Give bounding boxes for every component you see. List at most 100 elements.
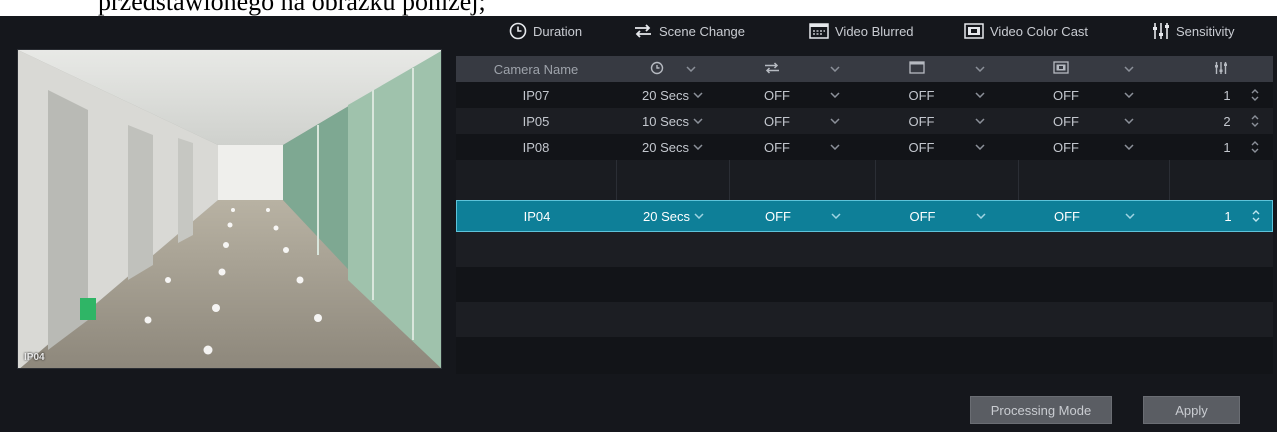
scene-change-select[interactable]: OFF bbox=[729, 134, 875, 160]
chevron-down-icon bbox=[1124, 66, 1134, 72]
legend-video-blurred-label: Video Blurred bbox=[835, 23, 914, 39]
spinner-icon[interactable] bbox=[1252, 209, 1260, 223]
sensitivity-value: 1 bbox=[1224, 208, 1232, 224]
spinner-icon[interactable] bbox=[1251, 88, 1259, 102]
table-header: Camera Name bbox=[456, 56, 1273, 82]
video-blurred-value: OFF bbox=[908, 87, 935, 103]
scene-change-icon bbox=[764, 61, 780, 77]
header-sensitivity bbox=[1169, 56, 1273, 82]
header-video-blurred[interactable] bbox=[875, 56, 1018, 82]
scene-change-value: OFF bbox=[764, 113, 790, 129]
video-blurred-select[interactable]: OFF bbox=[876, 201, 1019, 231]
legend-color-cast: Video Color Cast bbox=[964, 23, 1088, 39]
color-cast-select[interactable]: OFF bbox=[1019, 201, 1170, 231]
scene-change-select[interactable]: OFF bbox=[729, 108, 875, 134]
color-cast-value: OFF bbox=[1053, 87, 1079, 103]
preview-camera-label: IP04 bbox=[24, 352, 45, 363]
scene-change-select[interactable]: OFF bbox=[729, 82, 875, 108]
clock-icon bbox=[509, 22, 527, 40]
chevron-down-icon bbox=[685, 66, 696, 72]
spinner-icon[interactable] bbox=[1251, 114, 1259, 128]
sensitivity-value: 1 bbox=[1223, 87, 1231, 103]
table-row[interactable]: IP05 10 Secs OFF OFF OFF 2 bbox=[456, 108, 1273, 134]
chevron-down-icon bbox=[974, 144, 985, 150]
video-blurred-select[interactable]: OFF bbox=[875, 82, 1018, 108]
camera-preview: IP04 bbox=[17, 49, 442, 369]
duration-select[interactable]: 20 Secs bbox=[617, 201, 730, 231]
chevron-down-icon bbox=[694, 213, 704, 219]
legend-scene-change-label: Scene Change bbox=[659, 23, 746, 39]
legend-sensitivity-label: Sensitivity bbox=[1176, 23, 1235, 39]
duration-select[interactable]: 20 Secs bbox=[616, 82, 729, 108]
sensitivity-stepper[interactable]: 1 bbox=[1170, 201, 1273, 231]
processing-mode-button[interactable]: Processing Mode bbox=[970, 396, 1112, 424]
empty-row bbox=[456, 232, 1273, 267]
sensitivity-stepper[interactable]: 1 bbox=[1169, 82, 1273, 108]
video-blurred-value: OFF bbox=[909, 208, 936, 224]
camera-name-cell: IP08 bbox=[522, 139, 550, 155]
scene-change-value: OFF bbox=[764, 87, 790, 103]
table-row[interactable]: IP07 20 Secs OFF OFF OFF 1 bbox=[456, 82, 1273, 108]
color-cast-value: OFF bbox=[1054, 208, 1080, 224]
table-row[interactable]: IP08 20 Secs OFF OFF OFF 1 bbox=[456, 134, 1273, 160]
legend-duration: Duration bbox=[509, 22, 582, 40]
exception-alarm-panel: Duration Scene Change Video Blurred Vide… bbox=[0, 16, 1277, 432]
legend-bar: Duration Scene Change Video Blurred Vide… bbox=[455, 16, 1277, 46]
document-strip: przedstawionego na obrazku poniżej; bbox=[0, 0, 1277, 16]
empty-row bbox=[456, 267, 1273, 302]
corridor-image bbox=[18, 50, 441, 368]
camera-name-cell: IP05 bbox=[522, 113, 550, 129]
chevron-down-icon bbox=[830, 144, 840, 150]
video-blurred-select[interactable]: OFF bbox=[875, 134, 1018, 160]
header-duration[interactable] bbox=[616, 56, 729, 82]
duration-value: 20 Secs bbox=[642, 139, 689, 155]
color-cast-select[interactable]: OFF bbox=[1018, 134, 1169, 160]
camera-name-cell: IP07 bbox=[522, 87, 550, 103]
color-cast-select[interactable]: OFF bbox=[1018, 82, 1169, 108]
spinner-icon[interactable] bbox=[1251, 140, 1259, 154]
document-text: przedstawionego na obrazku poniżej; bbox=[98, 0, 486, 16]
duration-value: 20 Secs bbox=[643, 208, 690, 224]
legend-video-blurred: Video Blurred bbox=[809, 23, 914, 39]
scene-change-select[interactable]: OFF bbox=[730, 201, 876, 231]
chevron-down-icon bbox=[1125, 213, 1135, 219]
legend-color-cast-label: Video Color Cast bbox=[990, 23, 1089, 39]
chevron-down-icon bbox=[974, 66, 985, 72]
sensitivity-stepper[interactable]: 1 bbox=[1169, 134, 1273, 160]
table-row-selected[interactable]: IP04 20 Secs OFF OFF OFF 1 bbox=[456, 200, 1273, 232]
scene-change-value: OFF bbox=[764, 139, 790, 155]
sensitivity-value: 1 bbox=[1223, 139, 1231, 155]
scene-change-value: OFF bbox=[765, 208, 791, 224]
empty-row bbox=[456, 302, 1273, 337]
sensitivity-icon bbox=[1214, 61, 1228, 78]
video-blurred-select[interactable]: OFF bbox=[875, 108, 1018, 134]
video-blurred-icon bbox=[809, 23, 829, 39]
scene-change-icon bbox=[633, 24, 653, 38]
video-blurred-value: OFF bbox=[908, 113, 935, 129]
header-scene-change[interactable] bbox=[729, 56, 875, 82]
chevron-down-icon bbox=[974, 118, 985, 124]
sensitivity-stepper[interactable]: 2 bbox=[1169, 108, 1273, 134]
video-blurred-icon bbox=[908, 61, 925, 77]
sensitivity-icon bbox=[1152, 22, 1170, 40]
chevron-down-icon bbox=[831, 213, 841, 219]
chevron-down-icon bbox=[830, 92, 840, 98]
camera-name-cell: IP04 bbox=[523, 208, 551, 224]
legend-duration-label: Duration bbox=[533, 23, 583, 39]
chevron-down-icon bbox=[693, 144, 703, 150]
color-cast-select[interactable]: OFF bbox=[1018, 108, 1169, 134]
chevron-down-icon bbox=[693, 92, 703, 98]
header-camera-name: Camera Name bbox=[493, 61, 579, 77]
duration-select[interactable]: 10 Secs bbox=[616, 108, 729, 134]
duration-value: 10 Secs bbox=[642, 113, 689, 129]
color-cast-value: OFF bbox=[1053, 139, 1079, 155]
apply-button[interactable]: Apply bbox=[1143, 396, 1240, 424]
chevron-down-icon bbox=[830, 66, 840, 72]
chevron-down-icon bbox=[975, 213, 986, 219]
legend-scene-change: Scene Change bbox=[633, 24, 745, 39]
legend-sensitivity: Sensitivity bbox=[1152, 22, 1235, 40]
chevron-down-icon bbox=[830, 118, 840, 124]
header-color-cast[interactable] bbox=[1018, 56, 1169, 82]
duration-select[interactable]: 20 Secs bbox=[616, 134, 729, 160]
camera-settings-table: Camera Name IP07 20 Secs OFF OFF OFF 1 I… bbox=[456, 56, 1273, 374]
